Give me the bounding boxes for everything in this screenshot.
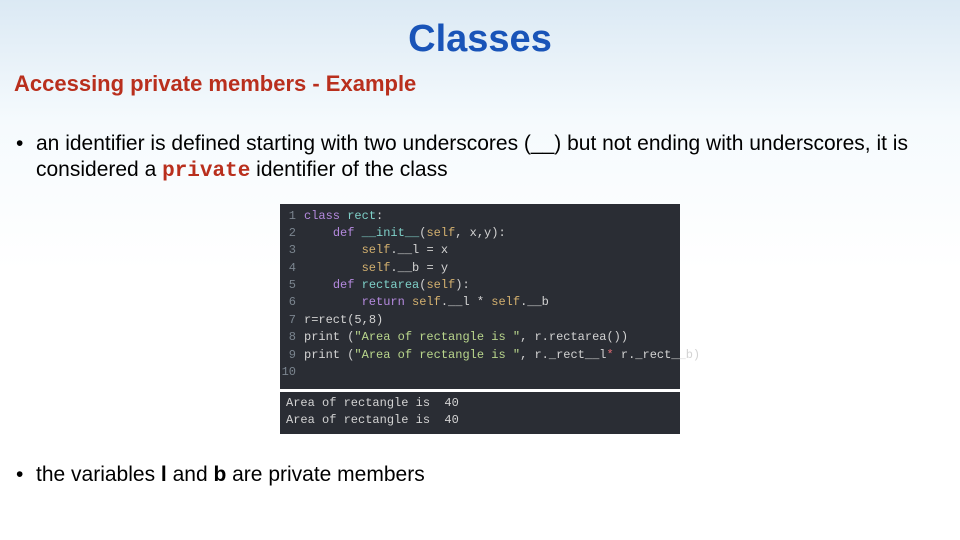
code-text: self.__b = y <box>304 260 680 277</box>
line-number: 1 <box>280 208 304 225</box>
code-text: print ("Area of rectangle is ", r.rectar… <box>304 329 680 346</box>
bullet1-code: private <box>162 160 250 183</box>
code-example: 1class rect:2 def __init__(self, x,y):3 … <box>280 204 680 435</box>
output-block: Area of rectangle is 40 Area of rectangl… <box>280 392 680 434</box>
line-number: 6 <box>280 294 304 311</box>
code-text: class rect: <box>304 208 680 225</box>
line-number: 3 <box>280 242 304 259</box>
bullet1-post: identifier of the class <box>250 158 447 181</box>
line-number: 2 <box>280 225 304 242</box>
bullet-list: an identifier is defined starting with t… <box>14 131 946 186</box>
code-text <box>304 364 680 381</box>
code-line: 4 self.__b = y <box>280 260 680 277</box>
bullet2-t3: are private members <box>226 463 424 486</box>
line-number: 8 <box>280 329 304 346</box>
code-line: 6 return self.__l * self.__b <box>280 294 680 311</box>
code-text: def __init__(self, x,y): <box>304 225 680 242</box>
code-line: 3 self.__l = x <box>280 242 680 259</box>
code-line: 10 <box>280 364 680 381</box>
code-text: return self.__l * self.__b <box>304 294 680 311</box>
line-number: 9 <box>280 347 304 364</box>
source-code-block: 1class rect:2 def __init__(self, x,y):3 … <box>280 204 680 390</box>
code-text: r=rect(5,8) <box>304 312 680 329</box>
code-line: 9print ("Area of rectangle is ", r._rect… <box>280 347 680 364</box>
bullet2-t1: the variables <box>36 463 161 486</box>
code-text: print ("Area of rectangle is ", r._rect_… <box>304 347 700 364</box>
code-text: def rectarea(self): <box>304 277 680 294</box>
bullet2-t2: and <box>167 463 214 486</box>
bullet-item-2: the variables l and b are private member… <box>14 462 946 488</box>
code-line: 1class rect: <box>280 208 680 225</box>
bullet-item-1: an identifier is defined starting with t… <box>14 131 946 186</box>
code-text: self.__l = x <box>304 242 680 259</box>
bullet2-v2: b <box>213 463 226 486</box>
line-number: 10 <box>280 364 304 381</box>
bullet-list-2: the variables l and b are private member… <box>14 462 946 488</box>
line-number: 4 <box>280 260 304 277</box>
slide-title: Classes <box>14 18 946 61</box>
line-number: 5 <box>280 277 304 294</box>
slide-subtitle: Accessing private members - Example <box>14 71 946 97</box>
code-line: 5 def rectarea(self): <box>280 277 680 294</box>
code-line: 8print ("Area of rectangle is ", r.recta… <box>280 329 680 346</box>
code-line: 7r=rect(5,8) <box>280 312 680 329</box>
code-line: 2 def __init__(self, x,y): <box>280 225 680 242</box>
line-number: 7 <box>280 312 304 329</box>
